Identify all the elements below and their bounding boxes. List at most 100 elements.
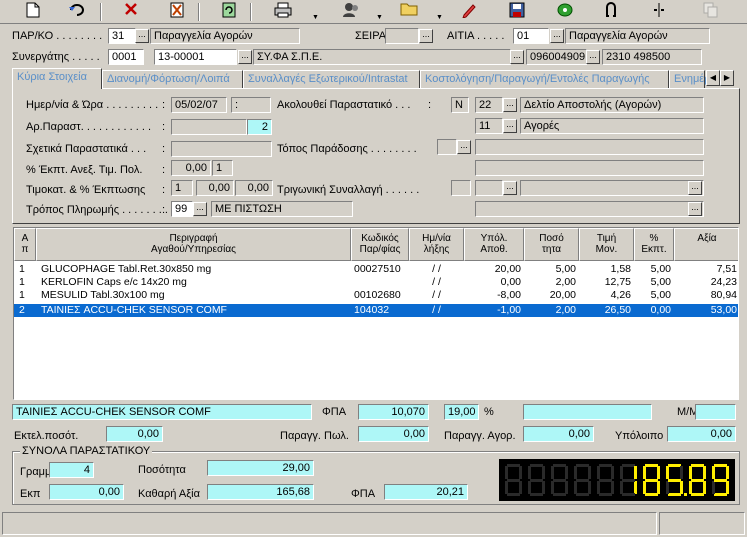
pricelist-discount-1-field[interactable]: 0,00 xyxy=(196,180,234,196)
partner-name-lookup-button[interactable]: ... xyxy=(510,50,524,64)
time-field[interactable]: : xyxy=(231,97,271,113)
grid-header: Α π Περιγραφή Αγαθού/Υπηρεσίας Κωδικός Π… xyxy=(14,228,738,261)
parko-code-field[interactable]: 31 xyxy=(108,28,136,44)
partner-code-field[interactable]: 13-00001 xyxy=(154,49,237,65)
print-icon[interactable] xyxy=(272,2,294,22)
new-document-icon[interactable] xyxy=(22,2,44,22)
tab-foreign-transactions[interactable]: Συναλλαγές Εξωτερικού/Intrastat xyxy=(243,70,420,88)
total-qty-field: 29,00 xyxy=(207,460,314,476)
arparast-label: Αρ.Παραστ. . . . . . . . . . . . xyxy=(26,121,151,133)
refresh-icon[interactable] xyxy=(218,2,240,22)
partner-lookup-button[interactable]: ... xyxy=(238,50,252,64)
table-row[interactable]: 1 GLUCOPHAGE Tabl.Ret.30x850 mg 00027510… xyxy=(14,263,738,276)
fpa-label: ΦΠΑ xyxy=(322,406,347,418)
col-discount-header[interactable]: % Εκπτ. xyxy=(634,228,674,261)
delivery-place-detail-field xyxy=(475,160,704,176)
payment-lookup-button[interactable]: ... xyxy=(193,202,207,216)
partner-branch-field[interactable]: 0001 xyxy=(108,49,144,65)
status-panel-side xyxy=(659,512,745,535)
col-expiry-header[interactable]: Ημ/νία λήξης xyxy=(409,228,464,261)
follows-code-field[interactable]: 22 xyxy=(475,97,503,113)
sales-orders-label: Παραγγ. Πωλ. xyxy=(280,430,349,442)
copy-icon[interactable] xyxy=(700,2,722,22)
find-icon[interactable] xyxy=(600,2,622,22)
col-code-header[interactable]: Κωδικός Παρ/φίας xyxy=(351,228,409,261)
delete-icon[interactable] xyxy=(120,2,142,22)
triangular-label: Τριγωνική Συναλλαγή . . . . . . xyxy=(277,184,420,196)
triangular-name-lookup-button[interactable]: ... xyxy=(688,181,702,195)
payment-code-field[interactable]: 99 xyxy=(171,201,193,217)
totals-group-title: ΣΥΝΟΛΑ ΠΑΡΑΣΤΑΤΙΚΟΥ xyxy=(20,443,153,459)
net-value-label: Καθαρή Αξία xyxy=(138,488,200,500)
executed-qty-label: Εκτελ.ποσότ. xyxy=(14,430,79,442)
edit-icon[interactable] xyxy=(458,2,480,22)
aitia-lookup-button[interactable]: ... xyxy=(550,29,564,43)
payment-label: Τρόπος Πληρωμής . . . . . . . . xyxy=(26,204,168,216)
items-grid[interactable]: Α π Περιγραφή Αγαθού/Υπηρεσίας Κωδικός Π… xyxy=(13,227,739,400)
pricelist-discount-2-field[interactable]: 0,00 xyxy=(235,180,273,196)
follows-code-2-field[interactable]: 11 xyxy=(475,118,503,134)
related-docs-field[interactable] xyxy=(171,141,272,157)
fpa-code-field: 10,070 xyxy=(358,404,429,420)
total-discount-label: Εκπ xyxy=(20,488,41,500)
follows-name-2-field: Αγορές xyxy=(520,118,704,134)
follows-label: Ακολουθεί Παραστατικό . . . xyxy=(277,99,411,111)
table-row[interactable]: 1 MESULID Tabl.30x100 mg 00102680 / / -8… xyxy=(14,289,738,302)
col-ap-header[interactable]: Α π xyxy=(14,228,36,261)
print-dropdown-icon[interactable]: ▼ xyxy=(312,14,319,21)
tab-updates[interactable]: Ενημέρ xyxy=(669,70,710,88)
total-discount-field: 0,00 xyxy=(49,484,124,500)
folder-dropdown-icon[interactable]: ▼ xyxy=(436,14,443,21)
col-value-header[interactable]: Αξία xyxy=(674,228,738,261)
follows-lookup-button[interactable]: ... xyxy=(503,98,517,112)
discount-second-field[interactable]: 1 xyxy=(212,160,233,176)
executed-qty-field: 0,00 xyxy=(106,426,163,442)
database-icon[interactable] xyxy=(554,2,576,22)
delivery-place-lookup-button[interactable]: ... xyxy=(457,140,471,154)
aitia-code-field[interactable]: 01 xyxy=(513,28,549,44)
users-icon[interactable] xyxy=(340,2,362,22)
seira-field[interactable] xyxy=(385,28,419,44)
save-icon[interactable] xyxy=(506,2,528,22)
triangular-flag-field[interactable] xyxy=(451,180,471,196)
tab-main[interactable]: Κύρια Στοιχεία xyxy=(12,68,102,89)
col-description-header[interactable]: Περιγραφή Αγαθού/Υπηρεσίας xyxy=(36,228,351,261)
follows-flag-field[interactable]: N xyxy=(451,97,469,113)
tab-scroll-right-button[interactable]: ▶ xyxy=(720,70,734,86)
seira-lookup-button[interactable]: ... xyxy=(419,29,433,43)
sales-orders-field: 0,00 xyxy=(358,426,429,442)
parko-lookup-button[interactable]: ... xyxy=(135,29,149,43)
arparast-field[interactable] xyxy=(171,119,247,135)
tab-scroll-left-button[interactable]: ◀ xyxy=(706,70,720,86)
extra-info-lookup-button[interactable]: ... xyxy=(688,202,702,216)
table-row[interactable]: 1 KERLOFIN Caps e/c 14x20 mg / / 0,00 2,… xyxy=(14,276,738,289)
date-field[interactable]: 05/02/07 xyxy=(171,97,227,113)
col-price-header[interactable]: Τιμή Μον. xyxy=(579,228,634,261)
users-dropdown-icon[interactable]: ▼ xyxy=(376,14,383,21)
arparast-number-field: 2 xyxy=(247,119,272,135)
table-row-selected[interactable]: 2 ΤΑΙΝΙΕΣ ACCU-CHEK SENSOR COMF 104032 /… xyxy=(14,304,738,317)
folder-icon[interactable] xyxy=(398,2,420,22)
triangular-code-field[interactable] xyxy=(475,180,503,196)
undo-icon[interactable] xyxy=(66,2,88,22)
tab-distribution[interactable]: Διανομή/Φόρτωση/Λοιπά xyxy=(102,70,243,88)
net-value-field: 165,68 xyxy=(207,484,314,500)
partner-phone-field: 2310 498500 xyxy=(602,49,702,65)
follows-lookup-2-button[interactable]: ... xyxy=(503,119,517,133)
partner-afm-field: 096004909 xyxy=(526,49,587,65)
pricelist-field[interactable]: 1 xyxy=(171,180,193,196)
date-label: Ημερ/νία & Ώρα . . . . . . . . . xyxy=(26,99,159,111)
discount-field[interactable]: 0,00 xyxy=(171,160,211,176)
aitia-label: ΑΙΤΙΑ . . . . . xyxy=(447,30,505,42)
col-stock-header[interactable]: Υπόλ. Αποθ. xyxy=(464,228,524,261)
partner-afm-lookup-button[interactable]: ... xyxy=(586,50,600,64)
delivery-place-code-field[interactable] xyxy=(437,139,457,155)
split-icon[interactable] xyxy=(648,2,670,22)
discount-label: % Έκπτ. Ανεξ. Τιμ. Πολ. xyxy=(26,164,143,176)
cancel-document-icon[interactable] xyxy=(166,2,188,22)
toolbar: ▼ ▼ ▼ xyxy=(0,0,747,24)
tab-costing[interactable]: Κοστολόγηση/Παραγωγή/Εντολές Παραγωγής xyxy=(420,70,669,88)
col-quantity-header[interactable]: Ποσό τητα xyxy=(524,228,579,261)
extra-info-field xyxy=(475,201,704,217)
triangular-lookup-button[interactable]: ... xyxy=(503,181,517,195)
